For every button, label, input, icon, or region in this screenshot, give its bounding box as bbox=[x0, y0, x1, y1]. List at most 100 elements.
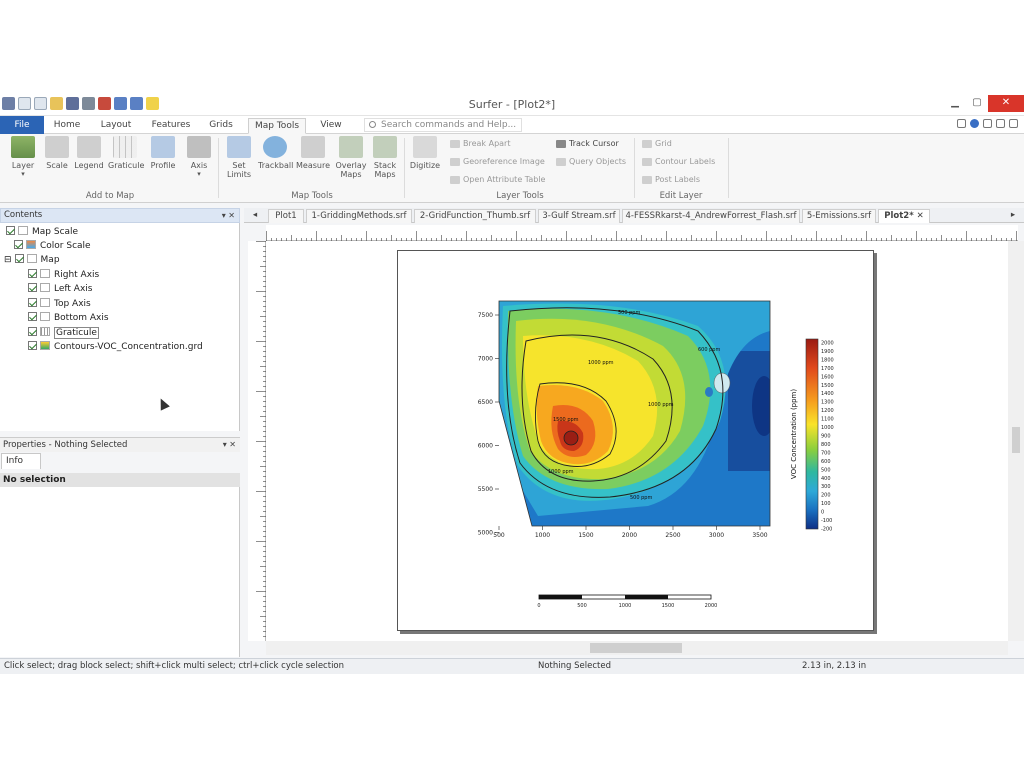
doc-tab[interactable]: Plot1 bbox=[268, 209, 304, 223]
tab-features[interactable]: Features bbox=[148, 118, 194, 134]
legend-button[interactable]: Legend bbox=[72, 136, 106, 170]
tree-item-right-axis[interactable]: Right Axis bbox=[28, 269, 99, 281]
graticule-button[interactable]: Graticule bbox=[108, 136, 144, 170]
restore-icon[interactable] bbox=[996, 119, 1005, 128]
contour-label: 1500 ppm bbox=[553, 417, 579, 423]
ruler-ticks bbox=[256, 241, 266, 637]
query-objects-button[interactable]: Query Objects bbox=[556, 157, 626, 167]
profile-button[interactable]: Profile bbox=[146, 136, 180, 170]
doc-tab[interactable]: 2-GridFunction_Thumb.srf bbox=[414, 209, 536, 223]
minimize-button[interactable]: ▁ bbox=[944, 95, 966, 112]
tab-view[interactable]: View bbox=[316, 118, 346, 134]
tree-item-left-axis[interactable]: Left Axis bbox=[28, 283, 92, 295]
digitize-button[interactable]: Digitize bbox=[408, 136, 442, 170]
maximize-button[interactable]: ▢ bbox=[966, 95, 988, 112]
tree-item-bottom-axis[interactable]: Bottom Axis bbox=[28, 312, 109, 324]
checkbox[interactable] bbox=[28, 312, 37, 321]
tree-item-contours[interactable]: Contours-VOC_Concentration.grd bbox=[28, 341, 203, 353]
contents-tree: Map Scale Color Scale ⊟ Map Right Axis Le… bbox=[0, 223, 240, 431]
tree-item-label: Graticule bbox=[54, 327, 99, 339]
tree-item-graticule[interactable]: Graticule bbox=[28, 327, 99, 339]
grid-button[interactable]: Grid bbox=[642, 139, 672, 149]
graticule-icon bbox=[113, 136, 137, 158]
checkbox[interactable] bbox=[28, 341, 37, 350]
stack-maps-button[interactable]: Stack Maps bbox=[368, 136, 402, 179]
plot-document[interactable]: 500 ppm 1000 ppm 1500 ppm 1000 ppm 500 p… bbox=[266, 241, 1008, 641]
checkbox[interactable] bbox=[14, 240, 23, 249]
scale-label: Scale bbox=[46, 161, 68, 170]
contour-labels-button[interactable]: Contour Labels bbox=[642, 157, 715, 167]
panel-buttons[interactable]: ▾ ✕ bbox=[223, 438, 236, 452]
track-cursor-button[interactable]: Track Cursor bbox=[556, 139, 619, 149]
scale-bar[interactable] bbox=[538, 594, 712, 600]
break-apart-button[interactable]: Break Apart bbox=[450, 139, 510, 149]
y-tick-label: 7500 bbox=[478, 312, 493, 319]
tab-info[interactable]: Info bbox=[1, 453, 41, 469]
color-scale-label: 100 bbox=[821, 501, 831, 507]
window-controls: ▁ ▢ ✕ bbox=[944, 95, 1024, 112]
scale-icon bbox=[45, 136, 69, 158]
map-tools-group-label: Map Tools bbox=[291, 191, 333, 201]
checkbox[interactable] bbox=[28, 283, 37, 292]
minimize-ribbon-icon[interactable] bbox=[983, 119, 992, 128]
panel-buttons[interactable]: ▾ ✕ bbox=[222, 209, 235, 222]
axis-button[interactable]: Axis ▾ bbox=[182, 136, 216, 179]
tree-item-label: Top Axis bbox=[54, 299, 91, 309]
help-icon[interactable] bbox=[970, 119, 979, 128]
scroll-thumb[interactable] bbox=[1012, 427, 1020, 453]
status-bar: Click select; drag block select; shift+c… bbox=[0, 658, 1024, 674]
tree-item-map[interactable]: ⊟ Map bbox=[4, 254, 60, 266]
color-scale-label: 600 bbox=[821, 459, 831, 465]
checkbox[interactable] bbox=[28, 298, 37, 307]
tab-layout[interactable]: Layout bbox=[96, 118, 136, 134]
tree-item-map-scale[interactable]: Map Scale bbox=[6, 226, 78, 238]
collapse-icon[interactable]: ⊟ bbox=[4, 255, 12, 265]
overlay-maps-button[interactable]: Overlay Maps bbox=[334, 136, 368, 179]
tree-item-color-scale[interactable]: Color Scale bbox=[14, 240, 91, 252]
checkbox[interactable] bbox=[28, 269, 37, 278]
tab-grids[interactable]: Grids bbox=[206, 118, 236, 134]
trackball-icon bbox=[263, 136, 287, 158]
vertical-scrollbar[interactable] bbox=[1008, 241, 1024, 641]
x-axis: 500 1000 1500 2000 2500 3000 3500 bbox=[493, 526, 768, 539]
georeference-image-button[interactable]: Georeference Image bbox=[450, 157, 545, 167]
ribbon-separator bbox=[634, 138, 635, 198]
close-doc-icon[interactable] bbox=[1009, 119, 1018, 128]
tab-file[interactable]: File bbox=[0, 116, 44, 134]
plot-page[interactable]: 500 ppm 1000 ppm 1500 ppm 1000 ppm 500 p… bbox=[397, 250, 874, 631]
color-scale-label: 500 bbox=[821, 467, 831, 473]
horizontal-scrollbar[interactable] bbox=[266, 641, 1008, 655]
set-limits-button[interactable]: Set Limits bbox=[222, 136, 256, 179]
layer-button[interactable]: Layer ▾ bbox=[6, 136, 40, 179]
doc-tab[interactable]: 1-GriddingMethods.srf bbox=[306, 209, 412, 223]
checkbox[interactable] bbox=[6, 226, 15, 235]
color-scale-label: 1400 bbox=[821, 391, 834, 397]
contour-map[interactable]: 500 ppm 1000 ppm 1500 ppm 1000 ppm 500 p… bbox=[398, 251, 875, 632]
doc-tab[interactable]: 3-Gulf Stream.srf bbox=[538, 209, 620, 223]
open-attribute-table-button[interactable]: Open Attribute Table bbox=[450, 175, 545, 185]
close-tab-icon[interactable]: ✕ bbox=[917, 211, 924, 221]
tab-scroll-right-icon[interactable]: ▸ bbox=[1006, 209, 1020, 223]
color-scale-bar[interactable] bbox=[805, 338, 819, 530]
close-button[interactable]: ✕ bbox=[988, 95, 1024, 112]
checkbox[interactable] bbox=[28, 327, 37, 336]
search-commands-input[interactable]: Search commands and Help... bbox=[364, 118, 522, 132]
tree-item-top-axis[interactable]: Top Axis bbox=[28, 298, 91, 310]
horizontal-ruler bbox=[266, 225, 1018, 241]
scale-button[interactable]: Scale bbox=[40, 136, 74, 170]
doc-tab-active[interactable]: Plot2* ✕ bbox=[878, 209, 930, 223]
tab-scroll-left-icon[interactable]: ◂ bbox=[248, 209, 262, 223]
doc-tab[interactable]: 4-FESSRkarst-4_AndrewForrest_Flash.srf bbox=[622, 209, 800, 223]
tab-map-tools[interactable]: Map Tools bbox=[248, 118, 306, 134]
tab-home[interactable]: Home bbox=[50, 118, 84, 134]
x-tick-label: 1000 bbox=[535, 532, 550, 539]
trackball-button[interactable]: Trackball bbox=[258, 136, 293, 170]
y-tick-label: 5000 bbox=[478, 530, 493, 537]
contour-label: 600 ppm bbox=[698, 347, 720, 353]
home-icon[interactable] bbox=[957, 119, 966, 128]
doc-tab[interactable]: 5-Emissions.srf bbox=[802, 209, 876, 223]
measure-button[interactable]: Measure bbox=[296, 136, 330, 170]
scroll-thumb[interactable] bbox=[590, 643, 682, 653]
post-labels-button[interactable]: Post Labels bbox=[642, 175, 700, 185]
checkbox[interactable] bbox=[14, 254, 24, 263]
